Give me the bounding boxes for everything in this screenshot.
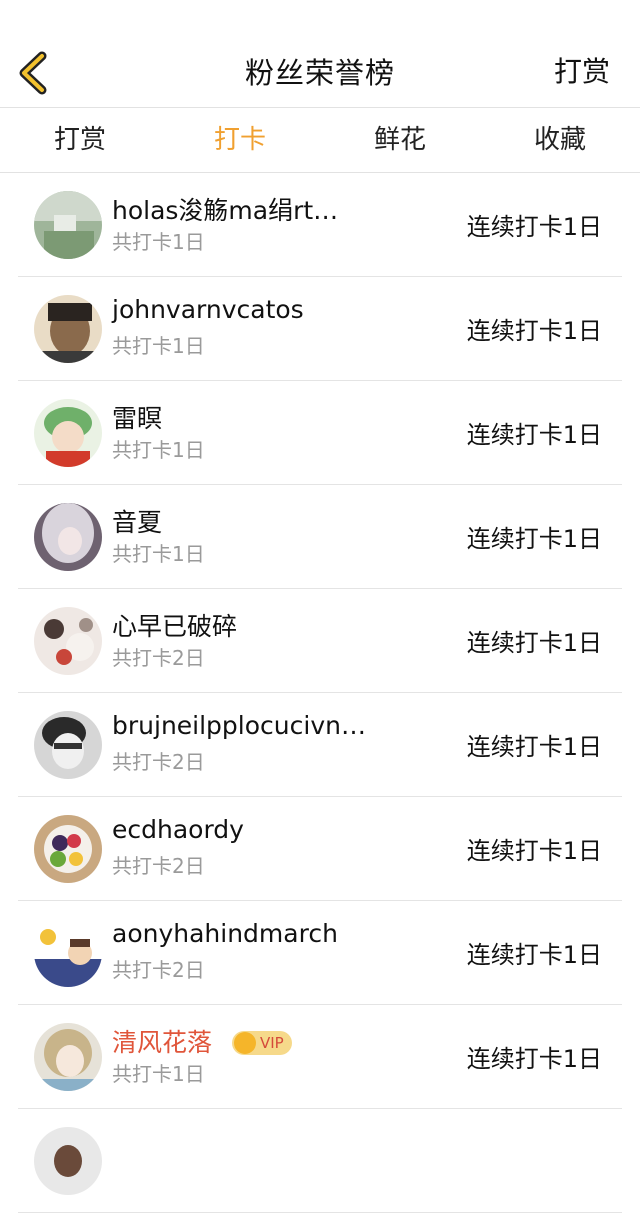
vip-badge: VIP	[232, 1031, 292, 1055]
avatar	[34, 503, 102, 571]
user-name: johnvarnvcatos	[112, 295, 304, 324]
header-bar: 粉丝荣誉榜 打赏	[0, 0, 640, 108]
streak-checkin: 连续打卡1日	[466, 941, 602, 969]
user-name: aonyhahindmarch	[112, 919, 338, 948]
total-checkin: 共打卡1日	[112, 1062, 205, 1086]
fan-list: holas浚觞ma绢rt… 共打卡1日 连续打卡1日 johnvarnvcato…	[0, 173, 640, 1213]
user-name: brujneilpplocucivn…	[112, 711, 366, 740]
tab-reward[interactable]: 打赏	[0, 109, 160, 172]
user-name: 心早已破碎	[112, 612, 238, 641]
avatar	[34, 711, 102, 779]
reward-button[interactable]: 打赏	[554, 50, 610, 90]
total-checkin: 共打卡2日	[112, 958, 205, 982]
total-checkin: 共打卡2日	[112, 854, 205, 878]
tab-bar: 打赏 打卡 鲜花 收藏	[0, 109, 640, 173]
total-checkin: 共打卡1日	[112, 438, 205, 462]
list-item[interactable]: 音夏 共打卡1日 连续打卡1日	[18, 485, 622, 589]
list-item[interactable]: ecdhaordy 共打卡2日 连续打卡1日	[18, 797, 622, 901]
avatar	[34, 1127, 102, 1195]
total-checkin: 共打卡1日	[112, 542, 205, 566]
avatar	[34, 191, 102, 259]
avatar	[34, 607, 102, 675]
streak-checkin: 连续打卡1日	[466, 525, 602, 553]
streak-checkin: 连续打卡1日	[466, 837, 602, 865]
user-name: ecdhaordy	[112, 815, 244, 844]
list-item[interactable]: johnvarnvcatos 共打卡1日 连续打卡1日	[18, 277, 622, 381]
avatar	[34, 815, 102, 883]
avatar	[34, 399, 102, 467]
vip-label: VIP	[260, 1034, 284, 1052]
list-item[interactable]	[18, 1109, 622, 1213]
user-name: 雷瞑	[112, 404, 163, 433]
avatar	[34, 295, 102, 363]
page-title: 粉丝荣誉榜	[244, 56, 395, 90]
streak-checkin: 连续打卡1日	[466, 733, 602, 761]
list-item[interactable]: brujneilpplocucivn… 共打卡2日 连续打卡1日	[18, 693, 622, 797]
list-item[interactable]: 清风花落 VIP 共打卡1日 连续打卡1日	[18, 1005, 622, 1109]
avatar	[34, 1023, 102, 1091]
list-item[interactable]: holas浚觞ma绢rt… 共打卡1日 连续打卡1日	[18, 173, 622, 277]
tab-favorites[interactable]: 收藏	[480, 109, 640, 172]
user-name: 音夏	[112, 508, 163, 537]
user-name: 清风花落	[112, 1028, 213, 1057]
tab-flowers[interactable]: 鲜花	[320, 109, 480, 172]
avatar	[34, 919, 102, 987]
list-item[interactable]: aonyhahindmarch 共打卡2日 连续打卡1日	[18, 901, 622, 1005]
tab-checkin[interactable]: 打卡	[160, 109, 320, 172]
streak-checkin: 连续打卡1日	[466, 317, 602, 345]
total-checkin: 共打卡2日	[112, 646, 205, 670]
list-item[interactable]: 雷瞑 共打卡1日 连续打卡1日	[18, 381, 622, 485]
streak-checkin: 连续打卡1日	[466, 421, 602, 449]
list-item[interactable]: 心早已破碎 共打卡2日 连续打卡1日	[18, 589, 622, 693]
crown-icon	[234, 1032, 256, 1054]
total-checkin: 共打卡1日	[112, 230, 205, 254]
streak-checkin: 连续打卡1日	[466, 213, 602, 241]
total-checkin: 共打卡2日	[112, 750, 205, 774]
streak-checkin: 连续打卡1日	[466, 1045, 602, 1073]
user-name: holas浚觞ma绢rt…	[112, 196, 339, 225]
streak-checkin: 连续打卡1日	[466, 629, 602, 657]
total-checkin: 共打卡1日	[112, 334, 205, 358]
